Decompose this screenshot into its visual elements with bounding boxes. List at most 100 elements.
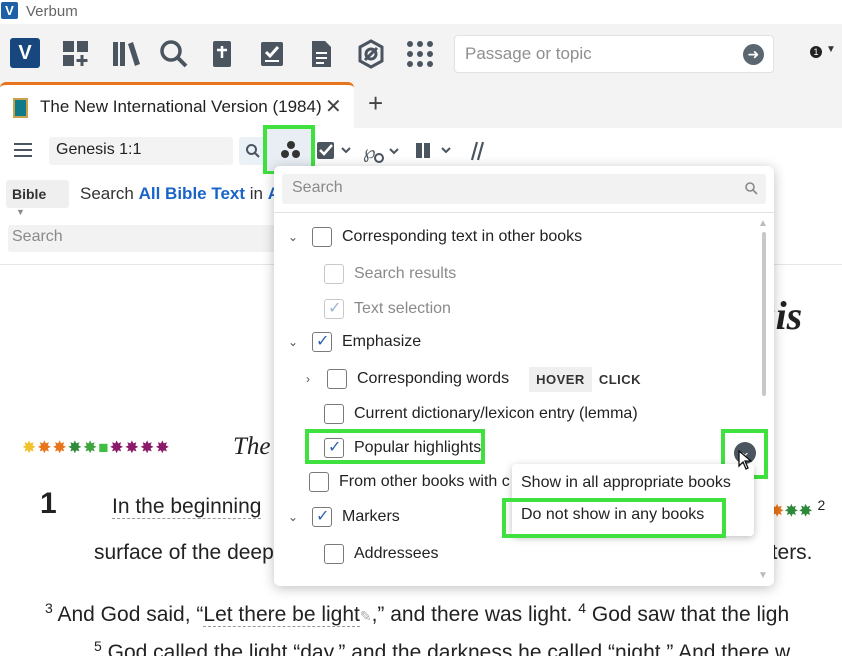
checkbox-search-results[interactable] [324, 264, 344, 284]
filter-row-corresponding-text[interactable]: ⌄ Corresponding text in other books [286, 222, 582, 252]
filter-row-other-books[interactable]: From other books with c [309, 467, 510, 497]
app-logo-icon: V [1, 2, 18, 19]
svg-text:℘: ℘ [363, 142, 376, 163]
documents-icon[interactable] [305, 38, 337, 70]
verse-1-phrase: In the beginning [112, 495, 262, 519]
search-icon [744, 181, 758, 198]
home-logo-button[interactable]: V [10, 38, 40, 68]
checkbox-text-selection[interactable] [324, 298, 344, 319]
checkbox-addressees[interactable] [324, 544, 344, 564]
panel-divider [274, 212, 774, 213]
filter-row-text-selection[interactable]: Text selection [324, 294, 451, 324]
passage-search-input[interactable] [465, 43, 735, 65]
verse-4-number: 4 [578, 600, 587, 616]
filter-label: Corresponding text in other books [342, 228, 583, 245]
popular-highlight-stars[interactable]: ✸✸✸✸✸■✸✸✸✸ [22, 438, 171, 458]
inline-search-input[interactable] [12, 228, 272, 246]
filter-search-input[interactable] [292, 179, 722, 197]
text-commentary-icon[interactable] [316, 140, 356, 167]
chapter-number: 1 [40, 487, 57, 520]
scope-label: Bible [12, 186, 47, 202]
filter-label: From other books with c [339, 473, 510, 490]
chevron-down-icon[interactable]: ⌄ [286, 510, 300, 524]
let-there-be-light-link[interactable]: Let there be light [203, 603, 360, 627]
reference-input[interactable] [56, 141, 226, 159]
parallel-resources-icon[interactable] [466, 140, 486, 167]
filter-row-emphasize[interactable]: ⌄ Emphasize [286, 327, 421, 357]
filter-row-search-results[interactable]: Search results [324, 259, 456, 289]
verse-5-line: 5 God called the light “day,” and the da… [94, 638, 790, 656]
filter-row-addressees[interactable]: Addressees [324, 539, 439, 569]
filter-label: Addressees [354, 545, 439, 562]
close-tab-icon[interactable]: ✕ [325, 94, 342, 119]
title-bar [0, 0, 842, 24]
verse-line-2-left: surface of the deep [94, 541, 274, 564]
inline-search-box [8, 225, 278, 252]
columns-icon[interactable] [414, 140, 456, 167]
chevron-down-icon[interactable]: ⌄ [286, 230, 300, 244]
filter-label: Search results [354, 265, 457, 282]
add-layout-icon[interactable] [60, 38, 92, 70]
checkbox-lemma[interactable] [324, 404, 344, 424]
visual-filters-icon [281, 141, 301, 159]
atlas-icon[interactable] [355, 38, 387, 70]
do-not-show-option[interactable]: Do not show in any books [521, 506, 704, 524]
filter-row-corresponding-words[interactable]: › Corresponding words HOVER CLICK [301, 364, 648, 394]
verse-5-number: 5 [94, 638, 102, 654]
interlinear-icon[interactable]: ℘ [362, 140, 404, 169]
tab-title: The New International Version (1984) [40, 97, 322, 116]
notification-badge[interactable]: 1 [810, 46, 822, 58]
checkbox-corresponding-words[interactable] [327, 369, 347, 389]
filter-label: Text selection [354, 300, 451, 317]
verse-2-highlight-stars[interactable]: ✸✸✸ 2 [770, 497, 825, 522]
click-mode-chip[interactable]: CLICK [592, 367, 648, 392]
chevron-down-icon: ▼ [16, 207, 25, 217]
tab-niv-1984[interactable]: The New International Version (1984) ✕ [0, 82, 354, 128]
filter-label: Markers [342, 508, 400, 525]
checkbox-emphasize[interactable] [312, 331, 332, 352]
verse-1-text[interactable]: In the beginning [112, 495, 262, 519]
chevron-down-icon[interactable]: ⌄ [286, 335, 300, 349]
highlighter-icon: ✎ [359, 608, 372, 624]
bible-scope-dropdown[interactable]: Bible ▼ [6, 180, 69, 217]
filter-row-markers[interactable]: ⌄ Markers [286, 502, 400, 532]
checkbox-corresponding-text[interactable] [312, 227, 332, 247]
go-arrow-icon[interactable]: ➜ [743, 44, 764, 65]
search-label-in: in [249, 184, 264, 203]
panel-scrollbar[interactable] [762, 232, 766, 396]
apps-icon[interactable] [404, 38, 436, 70]
filter-label: Current dictionary/lexicon entry (lemma) [354, 405, 638, 422]
verse-3-text-b: ,” and there was light. [371, 603, 573, 626]
verse-3-4-line: 3 And God said, “Let there be light✎,” a… [45, 600, 789, 627]
filter-row-lemma[interactable]: Current dictionary/lexicon entry (lemma) [324, 399, 638, 429]
chevron-down-icon[interactable]: ▼ [826, 44, 836, 55]
verse-5-text: God called the light “day,” and the dark… [107, 641, 791, 656]
filter-search-box [282, 174, 766, 204]
verse-3-number: 3 [45, 600, 53, 616]
search-icon[interactable] [158, 38, 190, 70]
app-title: Verbum [26, 3, 78, 20]
checkbox-markers[interactable] [312, 506, 332, 527]
passage-search-box: ➜ [454, 35, 774, 73]
verse-3-text-a: And God said, “ [57, 603, 204, 626]
popular-highlights-submenu: Show in all appropriate books Do not sho… [502, 464, 754, 538]
search-description: Search All Bible Text in All [80, 184, 289, 204]
show-in-all-books-option[interactable]: Show in all appropriate books [521, 474, 731, 492]
chevron-right-icon[interactable]: › [301, 372, 315, 386]
filter-label: Emphasize [342, 333, 422, 350]
filter-label: Corresponding words [357, 370, 510, 387]
guides-icon[interactable] [206, 38, 238, 70]
mouse-pointer-icon [738, 449, 753, 475]
reference-box [49, 137, 233, 165]
all-bible-text-link[interactable]: All Bible Text [139, 184, 245, 203]
add-tab-button[interactable]: + [368, 88, 383, 119]
panel-menu-icon[interactable] [14, 143, 32, 157]
scroll-up-icon[interactable]: ▲ [758, 218, 768, 229]
book-cover-icon [13, 98, 28, 118]
section-title: The [233, 433, 271, 460]
scroll-down-icon[interactable]: ▼ [758, 570, 768, 581]
library-icon[interactable] [110, 38, 142, 70]
tasks-icon[interactable] [256, 38, 288, 70]
hover-mode-chip[interactable]: HOVER [529, 366, 592, 392]
checkbox-other-books[interactable] [309, 472, 329, 492]
